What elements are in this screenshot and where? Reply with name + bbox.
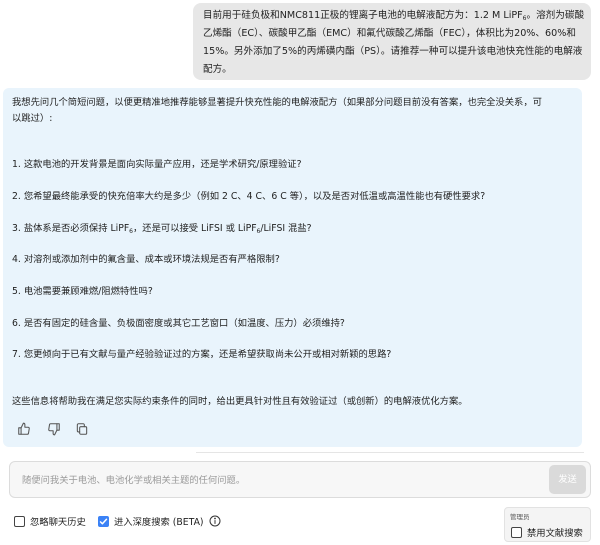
thumbs-up-icon[interactable] bbox=[17, 422, 31, 436]
send-button[interactable]: 发送 bbox=[549, 465, 586, 494]
assistant-intro: 我想先问几个简短问题，以便更精准地推荐能够显著提升快充性能的电解液配方（如果部分… bbox=[12, 97, 542, 108]
user-message-line: 目前用于硅负极和NMC811正极的锂离子电池的电解液配方为：1.2 M LiPF… bbox=[203, 10, 585, 22]
assistant-message: 我想先问几个简短问题，以便更精准地推荐能够显著提升快充性能的电解液配方（如果部分… bbox=[3, 88, 582, 447]
admin-label: 管理员 bbox=[510, 513, 530, 521]
deep-search-checkbox[interactable] bbox=[98, 515, 109, 527]
assistant-closing: 这些信息将帮助我在满足您实际约束条件的同时，给出更具针对性且有效验证过（或创新）… bbox=[12, 396, 468, 407]
divider bbox=[196, 452, 584, 453]
admin-panel: 管理员 禁用文献搜索 bbox=[504, 507, 591, 542]
ignore-history-checkbox[interactable] bbox=[14, 515, 25, 527]
disable-literature-option[interactable]: 禁用文献搜索 bbox=[511, 525, 583, 539]
copy-icon[interactable] bbox=[75, 422, 89, 436]
question-item: 2. 您希望最终能承受的快充倍率大约是多少（例如 2 C、4 C、6 C 等），… bbox=[12, 191, 486, 202]
message-composer: 发送 bbox=[9, 461, 591, 498]
user-message-line: 乙烯酯（EC）、碳酸甲乙酯（EMC）和氟代碳酸乙烯酯（FEC），体积比为20%、… bbox=[203, 28, 576, 39]
question-item: 7. 您更倾向于已有文献与量产经验验证过的方案，还是希望获取尚未公开或相对新颖的… bbox=[12, 349, 392, 360]
ignore-history-option[interactable]: 忽略聊天历史 bbox=[14, 513, 86, 529]
user-message-line: 配方。 bbox=[203, 64, 232, 75]
user-message-line: 15%。另外添加了5%的丙烯磺内酯（PS）。请推荐一种可以提升该电池快充性能的电… bbox=[203, 46, 583, 57]
message-input[interactable] bbox=[22, 471, 522, 489]
disable-literature-checkbox[interactable] bbox=[511, 526, 522, 538]
thumbs-down-icon[interactable] bbox=[47, 422, 61, 436]
deep-search-option[interactable]: 进入深度搜索 (BETA) bbox=[98, 513, 221, 529]
deep-search-label: 进入深度搜索 (BETA) bbox=[114, 517, 204, 528]
info-icon[interactable] bbox=[209, 515, 221, 527]
user-message-bubble: 目前用于硅负极和NMC811正极的锂离子电池的电解液配方为：1.2 M LiPF… bbox=[193, 3, 591, 80]
ignore-history-label: 忽略聊天历史 bbox=[30, 517, 86, 528]
question-item: 3. 盐体系是否必须保持 LiPF6，还是可以接受 LiFSI 或 LiPF6/… bbox=[12, 223, 312, 235]
assistant-intro-cont: 以跳过）: bbox=[12, 113, 53, 124]
question-item: 4. 对溶剂或添加剂中的氟含量、成本或环境法规是否有严格限制? bbox=[12, 254, 280, 265]
question-item: 1. 这款电池的开发背景是面向实际量产应用，还是学术研究/原理验证? bbox=[12, 159, 302, 170]
disable-literature-label: 禁用文献搜索 bbox=[527, 528, 583, 539]
question-item: 5. 电池需要兼顾难燃/阻燃特性吗? bbox=[12, 286, 153, 297]
question-item: 6. 是否有固定的硅含量、负极面密度或其它工艺窗口（如温度、压力）必须维持? bbox=[12, 318, 345, 329]
